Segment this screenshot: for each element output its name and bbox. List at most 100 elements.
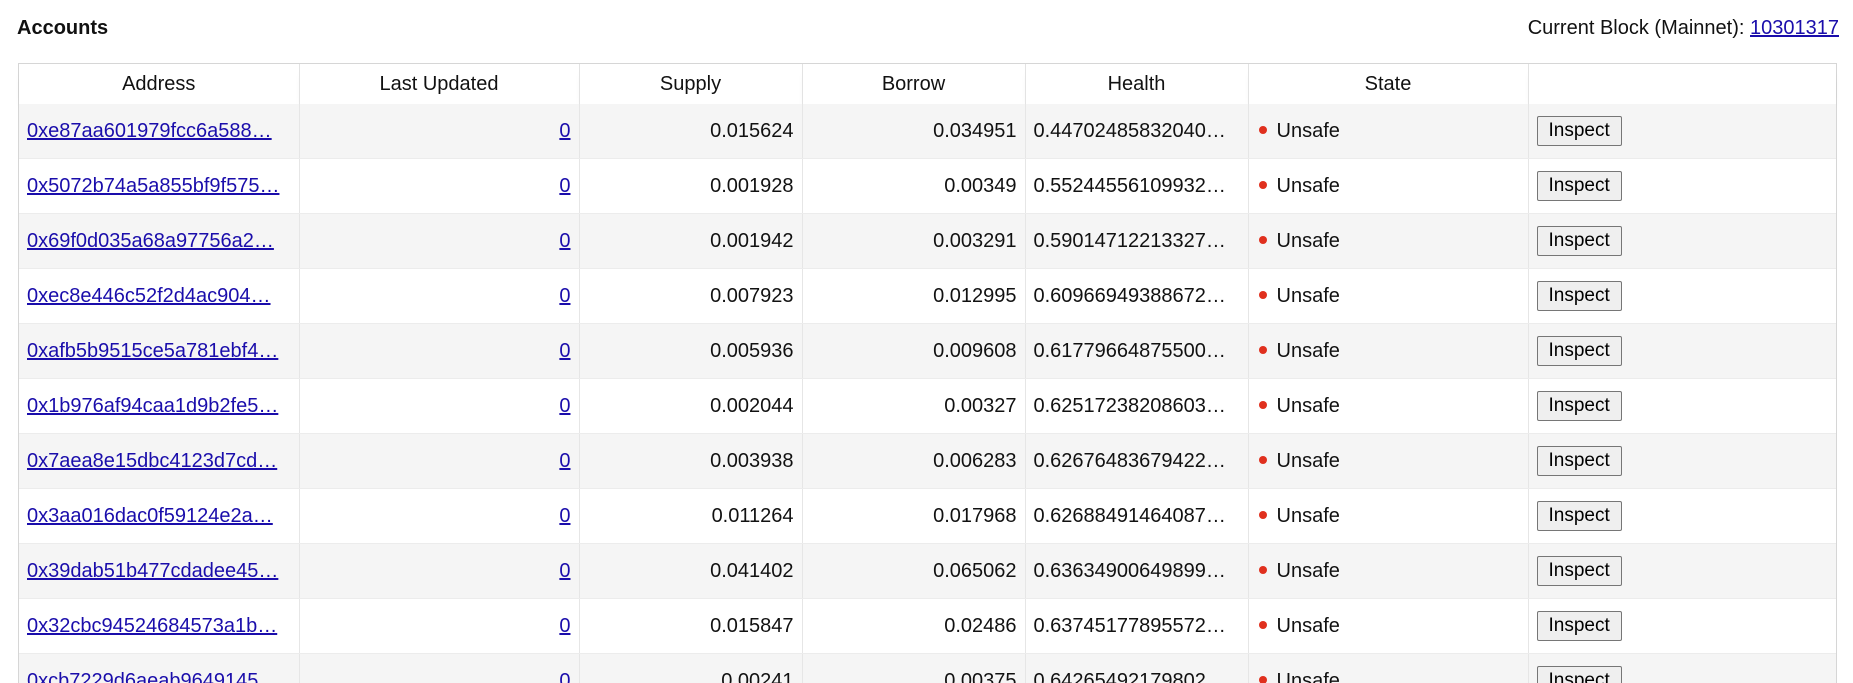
unsafe-status-dot-icon	[1258, 291, 1267, 300]
inspect-button[interactable]: Inspect	[1536, 666, 1622, 683]
column-header-last-updated[interactable]: Last Updated	[299, 64, 580, 104]
table-body: 0xe87aa601979fcc6a588… 0 0.015624 0.0349…	[19, 104, 1836, 683]
borrow-cell: 0.009608	[802, 323, 1026, 379]
address-link[interactable]: 0xcb7229d6aeab9649145…	[27, 670, 278, 683]
page-title: Accounts	[17, 16, 109, 39]
address-link[interactable]: 0x7aea8e15dbc4123d7cd…	[27, 450, 277, 472]
address-link[interactable]: 0x32cbc94524684573a1b…	[27, 615, 277, 637]
address-link[interactable]: 0xe87aa601979fcc6a588…	[27, 120, 272, 142]
last-updated-link[interactable]: 0	[559, 615, 570, 637]
unsafe-status-dot-icon	[1258, 676, 1267, 683]
inspect-button[interactable]: Inspect	[1536, 556, 1622, 586]
column-header-borrow[interactable]: Borrow	[802, 64, 1026, 104]
address-link[interactable]: 0x39dab51b477cdadee45…	[27, 560, 278, 582]
state-cell: Unsafe	[1248, 378, 1529, 434]
inspect-button[interactable]: Inspect	[1536, 226, 1622, 256]
borrow-cell: 0.034951	[802, 104, 1026, 159]
health-cell: 0.60966949388672…	[1025, 268, 1249, 324]
column-header-state[interactable]: State	[1248, 64, 1529, 104]
column-header-supply[interactable]: Supply	[579, 64, 803, 104]
table-row: 0x69f0d035a68a97756a2… 0 0.001942 0.0032…	[19, 213, 1836, 269]
last-updated-link[interactable]: 0	[559, 395, 570, 417]
inspect-button[interactable]: Inspect	[1536, 281, 1622, 311]
state-label: Unsafe	[1276, 284, 1340, 307]
address-link[interactable]: 0x69f0d035a68a97756a2…	[27, 230, 274, 252]
borrow-cell: 0.00327	[802, 378, 1026, 434]
actions-cell: Inspect	[1528, 653, 1836, 683]
last-updated-link[interactable]: 0	[559, 505, 570, 527]
supply-cell: 0.011264	[579, 488, 803, 544]
actions-cell: Inspect	[1528, 323, 1836, 379]
table-row: 0x32cbc94524684573a1b… 0 0.015847 0.0248…	[19, 598, 1836, 654]
address-link[interactable]: 0xec8e446c52f2d4ac904…	[27, 285, 271, 307]
borrow-cell: 0.00349	[802, 158, 1026, 214]
address-cell: 0x1b976af94caa1d9b2fe5…	[19, 378, 300, 434]
state-label: Unsafe	[1276, 394, 1340, 417]
last-updated-link[interactable]: 0	[559, 340, 570, 362]
inspect-button[interactable]: Inspect	[1536, 501, 1622, 531]
health-cell: 0.61779664875500…	[1025, 323, 1249, 379]
actions-cell: Inspect	[1528, 488, 1836, 544]
state-label: Unsafe	[1276, 614, 1340, 637]
table-row: 0x1b976af94caa1d9b2fe5… 0 0.002044 0.003…	[19, 378, 1836, 434]
accounts-table-container: Address Last Updated Supply Borrow Healt…	[18, 63, 1837, 683]
last-updated-link[interactable]: 0	[559, 285, 570, 307]
actions-cell: Inspect	[1528, 158, 1836, 214]
unsafe-status-dot-icon	[1258, 401, 1267, 410]
inspect-button[interactable]: Inspect	[1536, 171, 1622, 201]
table-header-row: Address Last Updated Supply Borrow Healt…	[19, 64, 1836, 104]
last-updated-cell: 0	[299, 158, 580, 214]
health-cell: 0.55244556109932…	[1025, 158, 1249, 214]
state-cell: Unsafe	[1248, 543, 1529, 599]
actions-cell: Inspect	[1528, 433, 1836, 489]
last-updated-link[interactable]: 0	[559, 230, 570, 252]
state-label: Unsafe	[1276, 174, 1340, 197]
address-cell: 0xec8e446c52f2d4ac904…	[19, 268, 300, 324]
address-link[interactable]: 0x3aa016dac0f59124e2a…	[27, 505, 273, 527]
inspect-button[interactable]: Inspect	[1536, 446, 1622, 476]
unsafe-status-dot-icon	[1258, 126, 1267, 135]
column-header-health[interactable]: Health	[1025, 64, 1249, 104]
column-header-address[interactable]: Address	[19, 64, 300, 104]
last-updated-link[interactable]: 0	[559, 560, 570, 582]
address-cell: 0xe87aa601979fcc6a588…	[19, 104, 300, 159]
inspect-button[interactable]: Inspect	[1536, 611, 1622, 641]
last-updated-link[interactable]: 0	[559, 450, 570, 472]
unsafe-status-dot-icon	[1258, 456, 1267, 465]
last-updated-cell: 0	[299, 104, 580, 159]
last-updated-cell: 0	[299, 598, 580, 654]
borrow-cell: 0.017968	[802, 488, 1026, 544]
borrow-cell: 0.02486	[802, 598, 1026, 654]
address-link[interactable]: 0xafb5b9515ce5a781ebf4…	[27, 340, 278, 362]
state-cell: Unsafe	[1248, 433, 1529, 489]
supply-cell: 0.041402	[579, 543, 803, 599]
supply-cell: 0.002044	[579, 378, 803, 434]
inspect-button[interactable]: Inspect	[1536, 336, 1622, 366]
last-updated-link[interactable]: 0	[559, 120, 570, 142]
actions-cell: Inspect	[1528, 598, 1836, 654]
address-link[interactable]: 0x1b976af94caa1d9b2fe5…	[27, 395, 278, 417]
column-header-actions	[1528, 64, 1836, 104]
current-block-label: Current Block (Mainnet):	[1527, 16, 1745, 39]
unsafe-status-dot-icon	[1258, 236, 1267, 245]
accounts-page: Accounts Current Block (Mainnet): 103013…	[0, 0, 1853, 683]
inspect-button[interactable]: Inspect	[1536, 391, 1622, 421]
table-row: 0xe87aa601979fcc6a588… 0 0.015624 0.0349…	[19, 104, 1836, 159]
table-row: 0x5072b74a5a855bf9f575… 0 0.001928 0.003…	[19, 158, 1836, 214]
borrow-cell: 0.065062	[802, 543, 1026, 599]
borrow-cell: 0.012995	[802, 268, 1026, 324]
last-updated-link[interactable]: 0	[559, 670, 570, 683]
last-updated-link[interactable]: 0	[559, 175, 570, 197]
health-cell: 0.62517238208603…	[1025, 378, 1249, 434]
state-cell: Unsafe	[1248, 323, 1529, 379]
state-cell: Unsafe	[1248, 158, 1529, 214]
inspect-button[interactable]: Inspect	[1536, 116, 1622, 146]
state-cell: Unsafe	[1248, 213, 1529, 269]
health-cell: 0.59014712213327…	[1025, 213, 1249, 269]
address-link[interactable]: 0x5072b74a5a855bf9f575…	[27, 175, 279, 197]
supply-cell: 0.007923	[579, 268, 803, 324]
current-block-link[interactable]: 10301317	[1750, 17, 1839, 39]
last-updated-cell: 0	[299, 433, 580, 489]
health-cell: 0.62676483679422…	[1025, 433, 1249, 489]
last-updated-cell: 0	[299, 268, 580, 324]
